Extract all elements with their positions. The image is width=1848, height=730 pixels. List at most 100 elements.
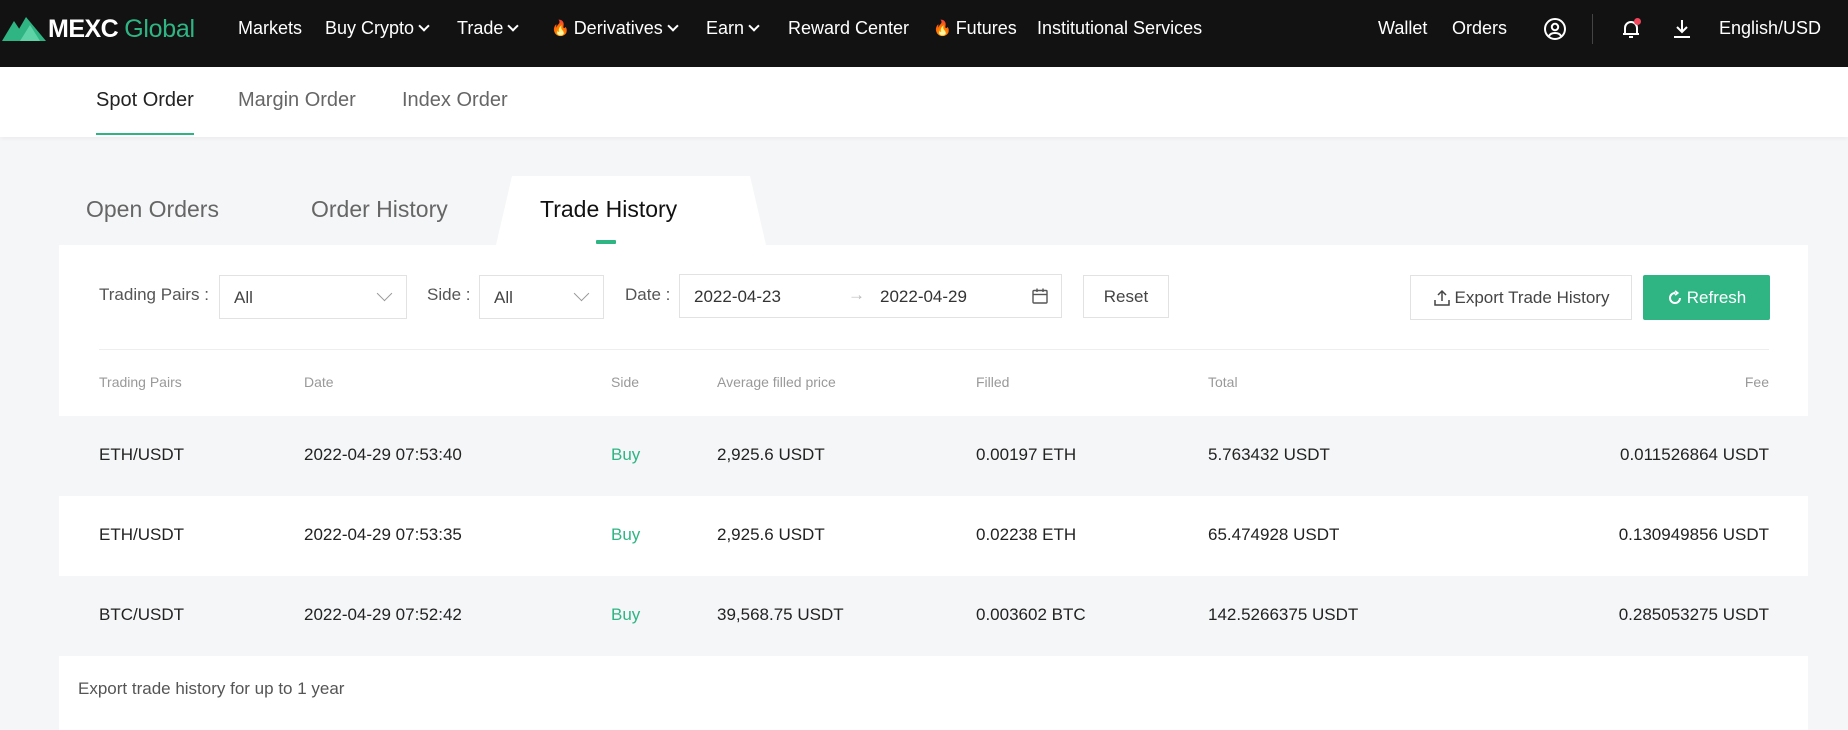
column-header-average-filled-price: Average filled price xyxy=(717,374,836,390)
date-end-input[interactable]: 2022-04-29 xyxy=(880,287,967,307)
cell-average-price: 2,925.6 USDT xyxy=(717,445,825,464)
chevron-down-icon xyxy=(507,20,520,32)
column-header-side: Side xyxy=(611,374,640,390)
trading-pairs-select[interactable]: All xyxy=(219,275,407,319)
language-currency-selector[interactable]: English/USD xyxy=(1719,0,1821,57)
bell-icon[interactable] xyxy=(1619,17,1643,41)
refresh-button[interactable]: Refresh xyxy=(1643,275,1770,320)
table-row: ETH/USDT 2022-04-29 07:53:40 Buy 2,925.6… xyxy=(59,416,1808,496)
tab-open-orders[interactable]: Open Orders xyxy=(86,196,219,223)
nav-buy-crypto[interactable]: Buy Crypto xyxy=(325,0,430,57)
mountain-logo-icon xyxy=(2,17,46,41)
cell-date: 2022-04-29 07:53:35 xyxy=(304,525,462,544)
export-trade-history-button[interactable]: Export Trade History xyxy=(1410,275,1632,320)
refresh-button-label: Refresh xyxy=(1686,287,1747,307)
nav-derivatives[interactable]: 🔥 Derivatives xyxy=(551,0,679,57)
orders-card: Open Orders Order History Trade History … xyxy=(59,176,1808,730)
trading-pairs-label-text: Trading Pairs xyxy=(99,285,200,304)
active-tab-indicator xyxy=(596,240,616,244)
chevron-down-icon xyxy=(376,285,393,302)
mexc-logo[interactable]: MEXC Global xyxy=(2,13,195,45)
reset-button[interactable]: Reset xyxy=(1083,275,1169,318)
nav-label: Institutional Services xyxy=(1037,18,1203,38)
cell-date: 2022-04-29 07:53:40 xyxy=(304,445,462,464)
cell-trading-pair: BTC/USDT xyxy=(99,605,184,624)
nav-divider xyxy=(1592,14,1593,44)
cell-average-price: 39,568.75 USDT xyxy=(717,605,844,624)
chevron-down-icon xyxy=(573,285,590,302)
cell-fee: 0.285053275 USDT xyxy=(1618,605,1769,624)
subtab-active-underline xyxy=(96,133,194,135)
cell-trading-pair: ETH/USDT xyxy=(99,525,184,544)
cell-filled: 0.02238 ETH xyxy=(976,525,1077,544)
cell-side: Buy xyxy=(611,445,641,464)
nav-orders[interactable]: Orders xyxy=(1452,0,1507,57)
trading-pairs-label: Trading Pairs : xyxy=(99,285,209,304)
side-label-text: Side xyxy=(427,285,462,304)
nav-trade[interactable]: Trade xyxy=(457,0,520,57)
order-tabs: Open Orders Order History Trade History xyxy=(59,176,1808,245)
column-header-fee: Fee xyxy=(1744,374,1769,390)
brand-suffix: Global xyxy=(124,14,195,43)
column-header-total: Total xyxy=(1208,374,1238,390)
date-start-input[interactable]: 2022-04-23 xyxy=(694,287,781,307)
date-label: Date : xyxy=(625,285,671,304)
trading-pairs-value: All xyxy=(234,288,253,307)
cell-fee: 0.011526864 USDT xyxy=(1619,445,1769,464)
reset-button-label: Reset xyxy=(1103,286,1149,306)
tab-order-history[interactable]: Order History xyxy=(311,196,448,223)
column-header-trading-pairs: Trading Pairs xyxy=(99,374,182,390)
side-select[interactable]: All xyxy=(479,275,604,319)
flame-icon: 🔥 xyxy=(933,20,952,37)
nav-label: Derivatives xyxy=(573,18,663,38)
top-navbar: MEXC Global Markets Buy Crypto Trade 🔥 De… xyxy=(0,0,1848,67)
side-label: Side : xyxy=(427,285,471,304)
nav-label: Markets xyxy=(238,18,303,38)
nav-label: Futures xyxy=(955,18,1017,38)
cell-side: Buy xyxy=(611,525,641,544)
nav-label: Earn xyxy=(706,18,745,38)
date-label-text: Date xyxy=(625,285,661,304)
nav-label: English/USD xyxy=(1719,18,1822,38)
cell-date: 2022-04-29 07:52:42 xyxy=(304,605,462,624)
column-header-filled: Filled xyxy=(976,374,1010,390)
cell-total: 5.763432 USDT xyxy=(1208,445,1330,464)
nav-label: Buy Crypto xyxy=(325,18,415,38)
export-button-label: Export Trade History xyxy=(1454,287,1610,307)
nav-institutional-services[interactable]: Institutional Services xyxy=(1037,0,1202,57)
table-row: BTC/USDT 2022-04-29 07:52:42 Buy 39,568.… xyxy=(59,576,1808,656)
arrow-right-icon: → xyxy=(848,285,865,304)
calendar-icon[interactable] xyxy=(1031,287,1049,305)
subtab-index-order[interactable]: Index Order xyxy=(402,89,508,112)
refresh-icon xyxy=(1668,289,1681,304)
nav-markets[interactable]: Markets xyxy=(238,0,302,57)
divider xyxy=(99,349,1769,350)
subtab-margin-order[interactable]: Margin Order xyxy=(238,89,356,112)
nav-label: Reward Center xyxy=(788,18,910,38)
subtab-spot-order[interactable]: Spot Order xyxy=(96,89,194,112)
user-icon[interactable] xyxy=(1543,17,1567,41)
flame-icon: 🔥 xyxy=(551,20,570,37)
nav-label: Orders xyxy=(1452,18,1508,38)
nav-wallet[interactable]: Wallet xyxy=(1378,0,1427,57)
cell-fee: 0.130949856 USDT xyxy=(1618,525,1769,544)
cell-side: Buy xyxy=(611,605,641,624)
chevron-down-icon xyxy=(748,20,760,32)
nav-earn[interactable]: Earn xyxy=(706,0,760,57)
cell-filled: 0.00197 ETH xyxy=(976,445,1077,464)
date-range-picker[interactable]: 2022-04-23 → 2022-04-29 xyxy=(679,274,1062,318)
nav-reward-center[interactable]: Reward Center xyxy=(788,0,909,57)
nav-futures[interactable]: 🔥 Futures xyxy=(933,0,1017,57)
cell-total: 142.5266375 USDT xyxy=(1208,605,1359,624)
chevron-down-icon xyxy=(667,20,679,32)
brand-name: MEXC xyxy=(48,14,119,43)
tab-trade-history[interactable]: Trade History xyxy=(540,196,677,223)
cell-average-price: 2,925.6 USDT xyxy=(717,525,825,544)
export-footnote: Export trade history for up to 1 year xyxy=(78,679,345,698)
download-icon[interactable] xyxy=(1670,17,1694,41)
table-row: ETH/USDT 2022-04-29 07:53:35 Buy 2,925.6… xyxy=(59,496,1808,576)
upload-icon xyxy=(1433,289,1450,306)
cell-trading-pair: ETH/USDT xyxy=(99,445,184,464)
chevron-down-icon xyxy=(418,20,430,32)
nav-label: Wallet xyxy=(1378,18,1428,38)
